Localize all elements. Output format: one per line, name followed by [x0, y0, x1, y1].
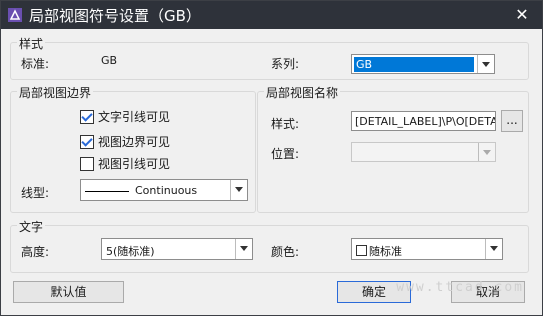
title-bar[interactable]: 局部视图符号设置（GB） ✕	[1, 1, 542, 29]
position-select[interactable]	[351, 142, 496, 162]
color-select-value: 随标准	[356, 243, 402, 259]
standard-label: 标准:	[21, 57, 50, 71]
window-title: 局部视图符号设置（GB）	[29, 7, 201, 25]
position-label: 位置:	[271, 147, 300, 161]
close-icon[interactable]: ✕	[512, 5, 532, 25]
name-group-title: 局部视图名称	[264, 84, 341, 101]
checkbox-label: 文字引线可见	[98, 110, 171, 124]
border-group-title: 局部视图边界	[17, 84, 94, 101]
line-sample	[85, 190, 129, 192]
height-select[interactable]: 5(随标准)	[101, 238, 253, 260]
series-select[interactable]: GB	[351, 54, 495, 74]
checkbox-icon[interactable]	[80, 156, 94, 171]
name-style-input[interactable]: [DETAIL_LABEL]\P\O[DETAIL_	[351, 111, 496, 131]
height-select-value: 5(随标准)	[106, 245, 155, 258]
linetype-label: 线型:	[21, 186, 50, 200]
checkbox-icon[interactable]	[80, 109, 94, 124]
text-leader-visible-checkbox[interactable]: 文字引线可见	[80, 108, 170, 125]
style-group-title: 样式	[17, 35, 46, 52]
checkbox-label: 视图边界可见	[98, 135, 171, 149]
color-swatch	[356, 245, 367, 256]
chevron-down-icon[interactable]	[477, 55, 494, 73]
chevron-down-icon[interactable]	[235, 239, 252, 259]
view-leader-visible-checkbox[interactable]: 视图引线可见	[80, 155, 170, 172]
chevron-down-icon[interactable]	[485, 239, 502, 259]
view-border-visible-checkbox[interactable]: 视图边界可见	[80, 133, 170, 150]
dialog-window: 局部视图符号设置（GB） ✕ 样式 标准: GB 系列: GB 局部视图边界 文…	[0, 0, 543, 316]
name-style-value: [DETAIL_LABEL]\P\O[DETAIL_	[355, 115, 495, 128]
default-button[interactable]: 默认值	[13, 281, 124, 303]
checkbox-label: 视图引线可见	[98, 157, 171, 171]
linetype-select[interactable]: Continuous	[80, 179, 248, 201]
checkbox-icon[interactable]	[80, 134, 94, 149]
color-label: 颜色:	[271, 245, 300, 259]
name-style-label: 样式:	[271, 117, 300, 131]
color-select[interactable]: 随标准	[351, 238, 503, 260]
text-group-title: 文字	[17, 218, 46, 235]
watermark: www.ttcad.com	[396, 280, 524, 295]
chevron-down-icon[interactable]	[230, 180, 247, 200]
linetype-select-value: Continuous	[85, 184, 197, 197]
standard-value: GB	[101, 54, 118, 67]
app-icon	[8, 8, 22, 22]
browse-button[interactable]: ...	[501, 110, 523, 132]
chevron-down-icon[interactable]	[478, 143, 495, 161]
series-select-value: GB	[354, 57, 474, 72]
height-label: 高度:	[21, 245, 50, 259]
series-label: 系列:	[271, 57, 300, 71]
